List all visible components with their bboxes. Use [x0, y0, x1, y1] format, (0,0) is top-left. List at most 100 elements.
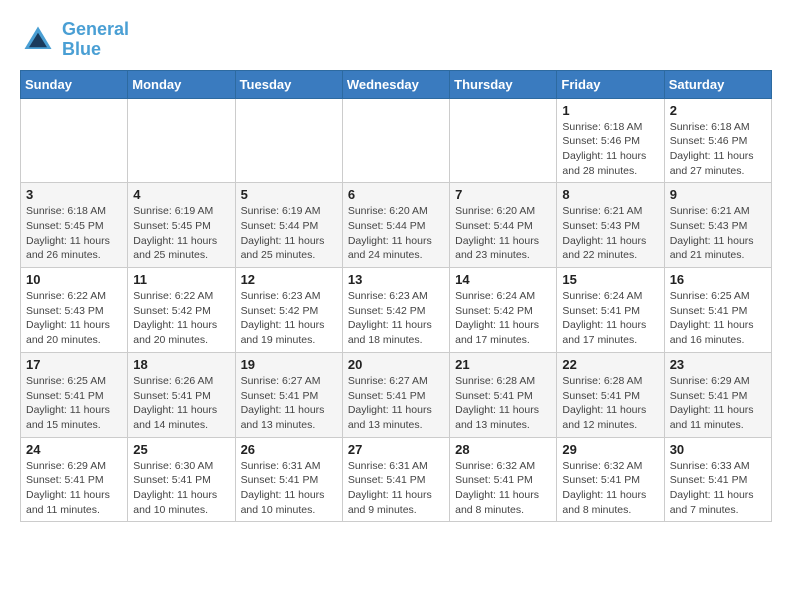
calendar-cell: 19Sunrise: 6:27 AMSunset: 5:41 PMDayligh… [235, 352, 342, 437]
day-number: 15 [562, 272, 658, 287]
day-info: Sunrise: 6:21 AMSunset: 5:43 PMDaylight:… [670, 204, 766, 263]
day-number: 22 [562, 357, 658, 372]
day-info: Sunrise: 6:19 AMSunset: 5:44 PMDaylight:… [241, 204, 337, 263]
calendar-body: 1 Sunrise: 6:18 AMSunset: 5:46 PMDaylight… [21, 98, 772, 522]
calendar-cell [235, 98, 342, 183]
calendar-cell: 22 Sunrise: 6:28 AMSunset: 5:41 PMDayligh… [557, 352, 664, 437]
logo-text: General Blue [62, 20, 129, 60]
day-number: 4 [133, 187, 229, 202]
weekday-header-cell: Tuesday [235, 70, 342, 98]
day-number: 20 [348, 357, 444, 372]
day-info: Sunrise: 6:20 AMSunset: 5:44 PMDaylight:… [348, 204, 444, 263]
calendar-cell: 20 Sunrise: 6:27 AMSunset: 5:41 PMDayligh… [342, 352, 449, 437]
day-info: Sunrise: 6:29 AMSunset: 5:41 PMDaylight:… [670, 374, 766, 433]
day-info: Sunrise: 6:19 AMSunset: 5:45 PMDaylight:… [133, 204, 229, 263]
calendar-cell: 21Sunrise: 6:28 AMSunset: 5:41 PMDayligh… [450, 352, 557, 437]
day-info: Sunrise: 6:18 AMSunset: 5:46 PMDaylight:… [562, 120, 658, 179]
day-number: 3 [26, 187, 122, 202]
day-number: 17 [26, 357, 122, 372]
weekday-header-cell: Wednesday [342, 70, 449, 98]
day-number: 10 [26, 272, 122, 287]
calendar-week-row: 1 Sunrise: 6:18 AMSunset: 5:46 PMDaylight… [21, 98, 772, 183]
calendar-cell [21, 98, 128, 183]
calendar-cell: 30Sunrise: 6:33 AMSunset: 5:41 PMDayligh… [664, 437, 771, 522]
day-info: Sunrise: 6:31 AMSunset: 5:41 PMDaylight:… [348, 459, 444, 518]
day-info: Sunrise: 6:32 AMSunset: 5:41 PMDaylight:… [562, 459, 658, 518]
calendar-cell: 29 Sunrise: 6:32 AMSunset: 5:41 PMDayligh… [557, 437, 664, 522]
day-number: 7 [455, 187, 551, 202]
calendar-cell: 8Sunrise: 6:21 AMSunset: 5:43 PMDaylight… [557, 183, 664, 268]
day-number: 26 [241, 442, 337, 457]
day-number: 12 [241, 272, 337, 287]
calendar-cell: 26 Sunrise: 6:31 AMSunset: 5:41 PMDayligh… [235, 437, 342, 522]
day-number: 5 [241, 187, 337, 202]
calendar-cell: 24 Sunrise: 6:29 AMSunset: 5:41 PMDayligh… [21, 437, 128, 522]
calendar-cell [128, 98, 235, 183]
day-info: Sunrise: 6:27 AMSunset: 5:41 PMDaylight:… [348, 374, 444, 433]
day-info: Sunrise: 6:30 AMSunset: 5:41 PMDaylight:… [133, 459, 229, 518]
day-info: Sunrise: 6:18 AMSunset: 5:45 PMDaylight:… [26, 204, 122, 263]
day-number: 9 [670, 187, 766, 202]
day-info: Sunrise: 6:18 AMSunset: 5:46 PMDaylight:… [670, 120, 766, 179]
day-info: Sunrise: 6:22 AMSunset: 5:43 PMDaylight:… [26, 289, 122, 348]
day-info: Sunrise: 6:23 AMSunset: 5:42 PMDaylight:… [348, 289, 444, 348]
calendar-cell: 2 Sunrise: 6:18 AMSunset: 5:46 PMDaylight… [664, 98, 771, 183]
calendar-cell: 25 Sunrise: 6:30 AMSunset: 5:41 PMDayligh… [128, 437, 235, 522]
day-info: Sunrise: 6:29 AMSunset: 5:41 PMDaylight:… [26, 459, 122, 518]
calendar-cell: 10 Sunrise: 6:22 AMSunset: 5:43 PMDayligh… [21, 268, 128, 353]
calendar-cell: 6 Sunrise: 6:20 AMSunset: 5:44 PMDaylight… [342, 183, 449, 268]
day-number: 1 [562, 103, 658, 118]
day-number: 24 [26, 442, 122, 457]
weekday-header-cell: Saturday [664, 70, 771, 98]
calendar-cell: 23 Sunrise: 6:29 AMSunset: 5:41 PMDayligh… [664, 352, 771, 437]
weekday-header-cell: Sunday [21, 70, 128, 98]
calendar-cell: 13Sunrise: 6:23 AMSunset: 5:42 PMDayligh… [342, 268, 449, 353]
day-number: 28 [455, 442, 551, 457]
calendar-week-row: 10 Sunrise: 6:22 AMSunset: 5:43 PMDayligh… [21, 268, 772, 353]
calendar-cell [342, 98, 449, 183]
day-number: 16 [670, 272, 766, 287]
day-number: 14 [455, 272, 551, 287]
calendar-cell: 17Sunrise: 6:25 AMSunset: 5:41 PMDayligh… [21, 352, 128, 437]
day-info: Sunrise: 6:24 AMSunset: 5:42 PMDaylight:… [455, 289, 551, 348]
calendar-cell: 18 Sunrise: 6:26 AMSunset: 5:41 PMDayligh… [128, 352, 235, 437]
day-info: Sunrise: 6:25 AMSunset: 5:41 PMDaylight:… [670, 289, 766, 348]
day-info: Sunrise: 6:23 AMSunset: 5:42 PMDaylight:… [241, 289, 337, 348]
calendar-week-row: 17Sunrise: 6:25 AMSunset: 5:41 PMDayligh… [21, 352, 772, 437]
day-number: 30 [670, 442, 766, 457]
weekday-header-row: SundayMondayTuesdayWednesdayThursdayFrid… [21, 70, 772, 98]
calendar-table: SundayMondayTuesdayWednesdayThursdayFrid… [20, 70, 772, 523]
day-info: Sunrise: 6:22 AMSunset: 5:42 PMDaylight:… [133, 289, 229, 348]
day-number: 11 [133, 272, 229, 287]
day-number: 25 [133, 442, 229, 457]
day-number: 2 [670, 103, 766, 118]
day-info: Sunrise: 6:31 AMSunset: 5:41 PMDaylight:… [241, 459, 337, 518]
page-header: General Blue [20, 20, 772, 60]
calendar-cell: 7Sunrise: 6:20 AMSunset: 5:44 PMDaylight… [450, 183, 557, 268]
calendar-cell: 15 Sunrise: 6:24 AMSunset: 5:41 PMDayligh… [557, 268, 664, 353]
day-info: Sunrise: 6:26 AMSunset: 5:41 PMDaylight:… [133, 374, 229, 433]
day-number: 27 [348, 442, 444, 457]
day-number: 23 [670, 357, 766, 372]
day-number: 18 [133, 357, 229, 372]
logo-icon [20, 22, 56, 58]
calendar-cell: 16 Sunrise: 6:25 AMSunset: 5:41 PMDayligh… [664, 268, 771, 353]
calendar-cell [450, 98, 557, 183]
day-info: Sunrise: 6:24 AMSunset: 5:41 PMDaylight:… [562, 289, 658, 348]
calendar-week-row: 24 Sunrise: 6:29 AMSunset: 5:41 PMDayligh… [21, 437, 772, 522]
logo: General Blue [20, 20, 129, 60]
calendar-cell: 12 Sunrise: 6:23 AMSunset: 5:42 PMDayligh… [235, 268, 342, 353]
day-number: 29 [562, 442, 658, 457]
weekday-header-cell: Thursday [450, 70, 557, 98]
calendar-cell: 11 Sunrise: 6:22 AMSunset: 5:42 PMDayligh… [128, 268, 235, 353]
day-info: Sunrise: 6:32 AMSunset: 5:41 PMDaylight:… [455, 459, 551, 518]
calendar-cell: 4 Sunrise: 6:19 AMSunset: 5:45 PMDaylight… [128, 183, 235, 268]
day-info: Sunrise: 6:27 AMSunset: 5:41 PMDaylight:… [241, 374, 337, 433]
day-info: Sunrise: 6:21 AMSunset: 5:43 PMDaylight:… [562, 204, 658, 263]
calendar-week-row: 3 Sunrise: 6:18 AMSunset: 5:45 PMDaylight… [21, 183, 772, 268]
day-info: Sunrise: 6:28 AMSunset: 5:41 PMDaylight:… [562, 374, 658, 433]
calendar-cell: 9 Sunrise: 6:21 AMSunset: 5:43 PMDaylight… [664, 183, 771, 268]
calendar-cell: 3 Sunrise: 6:18 AMSunset: 5:45 PMDaylight… [21, 183, 128, 268]
calendar-cell: 27 Sunrise: 6:31 AMSunset: 5:41 PMDayligh… [342, 437, 449, 522]
day-number: 6 [348, 187, 444, 202]
